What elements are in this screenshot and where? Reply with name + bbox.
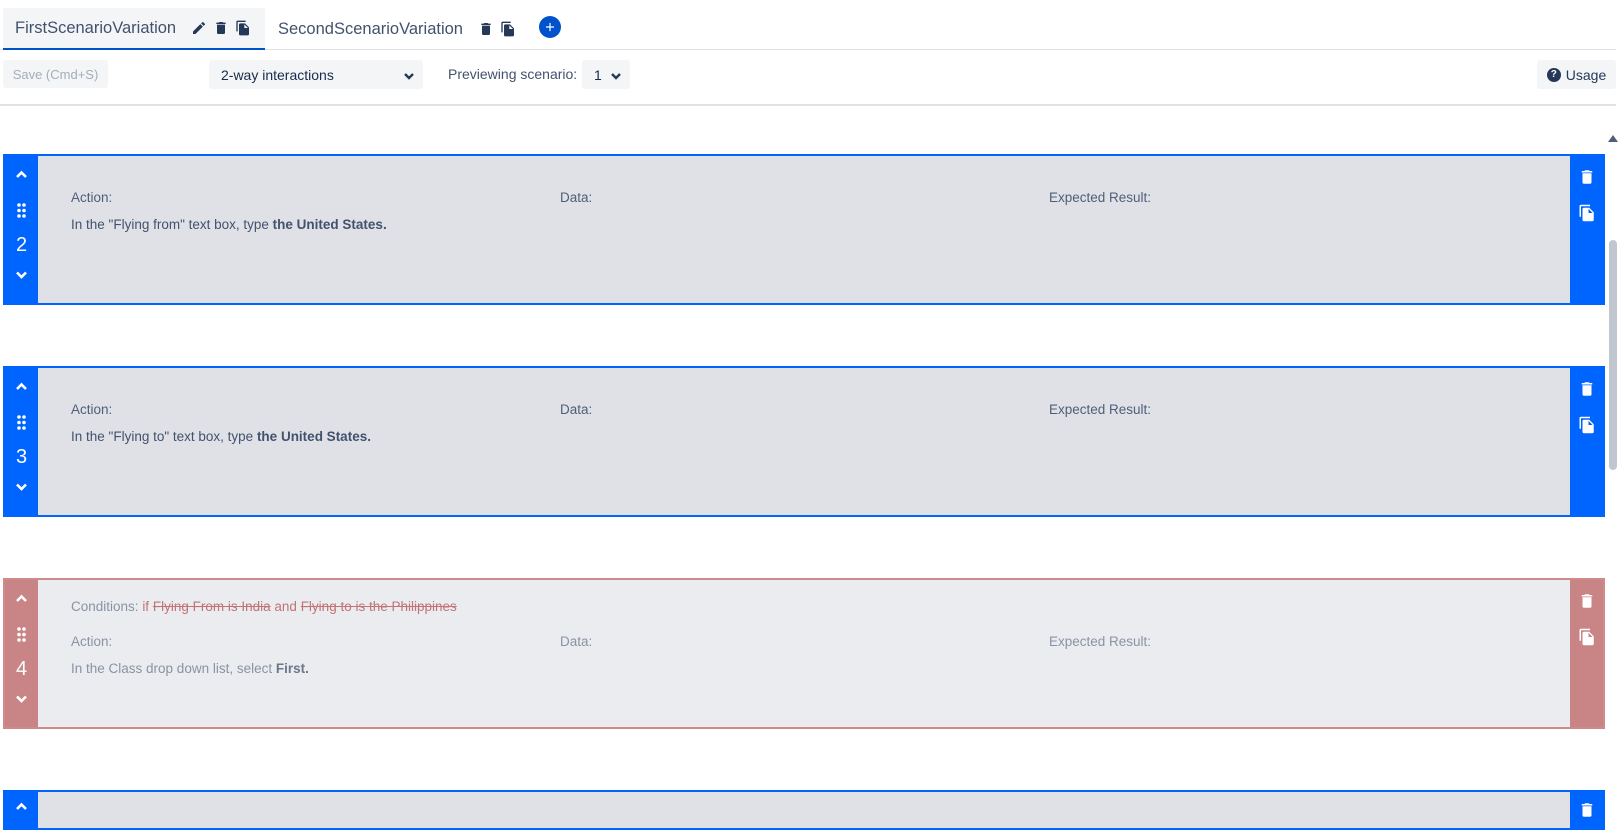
chevron-down-icon[interactable] bbox=[13, 478, 30, 495]
action-text-bold: the United States. bbox=[256, 429, 371, 444]
toolbar: Save (Cmd+S) 2-way interactions Previewi… bbox=[0, 50, 1616, 106]
plus-circle-icon[interactable] bbox=[539, 16, 561, 38]
step-card: 3 Action: Data: Expected Result: In the … bbox=[3, 366, 1605, 517]
trash-icon[interactable] bbox=[477, 20, 495, 38]
action-text-plain: In the Class drop down list, select bbox=[71, 661, 276, 676]
action-text-bold: First. bbox=[275, 661, 309, 676]
question-icon: ? bbox=[1546, 67, 1561, 82]
chevron-down-icon[interactable] bbox=[13, 266, 30, 283]
interactions-select[interactable]: 2-way interactions bbox=[209, 60, 423, 89]
copy-icon[interactable] bbox=[499, 20, 517, 38]
trash-icon[interactable] bbox=[1578, 800, 1596, 820]
copy-icon[interactable] bbox=[234, 19, 252, 37]
expected-result-label: Expected Result: bbox=[1049, 634, 1152, 649]
step-left-rail: 4 bbox=[5, 580, 38, 727]
data-label: Data: bbox=[560, 402, 593, 417]
chevron-down-icon bbox=[403, 69, 415, 81]
action-label: Action: bbox=[71, 634, 113, 649]
action-text-plain: In the "Flying from" text box, type bbox=[71, 217, 273, 232]
step-card-conditional: 4 Conditions: if Flying From is India an… bbox=[3, 578, 1605, 729]
copy-icon[interactable] bbox=[1578, 203, 1596, 223]
condition-and: and bbox=[274, 599, 297, 614]
step-right-rail bbox=[1570, 792, 1603, 828]
scenario-tabs: FirstScenarioVariation SecondScenarioVar… bbox=[0, 0, 1616, 50]
data-label: Data: bbox=[560, 190, 593, 205]
expected-result-label: Expected Result: bbox=[1049, 190, 1152, 205]
grip-icon[interactable] bbox=[13, 414, 30, 431]
grip-icon[interactable] bbox=[13, 202, 30, 219]
tab-label: SecondScenarioVariation bbox=[278, 19, 463, 38]
scroll-up-arrow-icon[interactable] bbox=[1608, 135, 1618, 142]
pencil-icon[interactable] bbox=[190, 19, 208, 37]
tab-first-scenario[interactable]: FirstScenarioVariation bbox=[3, 8, 265, 50]
conditions-label: Conditions: bbox=[71, 599, 139, 614]
action-label: Action: bbox=[71, 402, 113, 417]
step-left-rail: 3 bbox=[5, 368, 38, 515]
step-right-rail bbox=[1570, 156, 1603, 303]
copy-icon[interactable] bbox=[1578, 627, 1596, 647]
chevron-down-icon[interactable] bbox=[13, 690, 30, 707]
condition-first: Flying From is India bbox=[152, 599, 271, 614]
trash-icon[interactable] bbox=[1578, 167, 1596, 187]
step-number: 2 bbox=[15, 234, 28, 256]
grip-icon[interactable] bbox=[13, 626, 30, 643]
chevron-up-icon[interactable] bbox=[13, 590, 30, 607]
action-text[interactable]: In the "Flying to" text box, type the Un… bbox=[71, 429, 371, 444]
expected-result-label: Expected Result: bbox=[1049, 402, 1152, 417]
scenario-value: 1 bbox=[594, 66, 602, 83]
save-button[interactable]: Save (Cmd+S) bbox=[3, 60, 108, 88]
chevron-down-icon bbox=[610, 69, 622, 81]
step-right-rail bbox=[1570, 368, 1603, 515]
step-number: 3 bbox=[15, 446, 28, 468]
scroll-thumb[interactable] bbox=[1609, 240, 1617, 470]
step-number: 4 bbox=[15, 658, 28, 680]
trash-icon[interactable] bbox=[1578, 379, 1596, 399]
condition-if: if bbox=[142, 599, 150, 614]
vertical-scrollbar[interactable] bbox=[1605, 130, 1620, 812]
usage-button[interactable]: ? Usage bbox=[1537, 60, 1616, 89]
action-text[interactable]: In the "Flying from" text box, type the … bbox=[71, 217, 387, 232]
trash-icon[interactable] bbox=[212, 19, 230, 37]
step-card bbox=[3, 790, 1605, 830]
copy-icon[interactable] bbox=[1578, 415, 1596, 435]
tab-label: FirstScenarioVariation bbox=[15, 18, 177, 37]
data-label: Data: bbox=[560, 634, 593, 649]
step-right-rail bbox=[1570, 580, 1603, 727]
chevron-up-icon[interactable] bbox=[13, 378, 30, 395]
condition-second: Flying to is the Philippines bbox=[300, 599, 457, 614]
interactions-value: 2-way interactions bbox=[221, 66, 334, 83]
trash-icon[interactable] bbox=[1578, 591, 1596, 611]
chevron-up-icon[interactable] bbox=[13, 798, 30, 815]
tab-second-scenario[interactable]: SecondScenarioVariation bbox=[266, 8, 529, 50]
chevron-up-icon[interactable] bbox=[13, 166, 30, 183]
previewing-scenario-label: Previewing scenario: bbox=[448, 66, 578, 82]
scenario-select[interactable]: 1 bbox=[582, 60, 630, 89]
action-label: Action: bbox=[71, 190, 113, 205]
action-text-bold: the United States. bbox=[272, 217, 387, 232]
action-text-plain: In the "Flying to" text box, type bbox=[71, 429, 257, 444]
usage-label: Usage bbox=[1565, 66, 1607, 83]
step-left-rail: 2 bbox=[5, 156, 38, 303]
action-text[interactable]: In the Class drop down list, select Firs… bbox=[71, 661, 309, 676]
conditions-line[interactable]: Conditions: if Flying From is India and … bbox=[71, 599, 457, 614]
step-left-rail bbox=[5, 792, 38, 828]
step-card: 2 Action: Data: Expected Result: In the … bbox=[3, 154, 1605, 305]
